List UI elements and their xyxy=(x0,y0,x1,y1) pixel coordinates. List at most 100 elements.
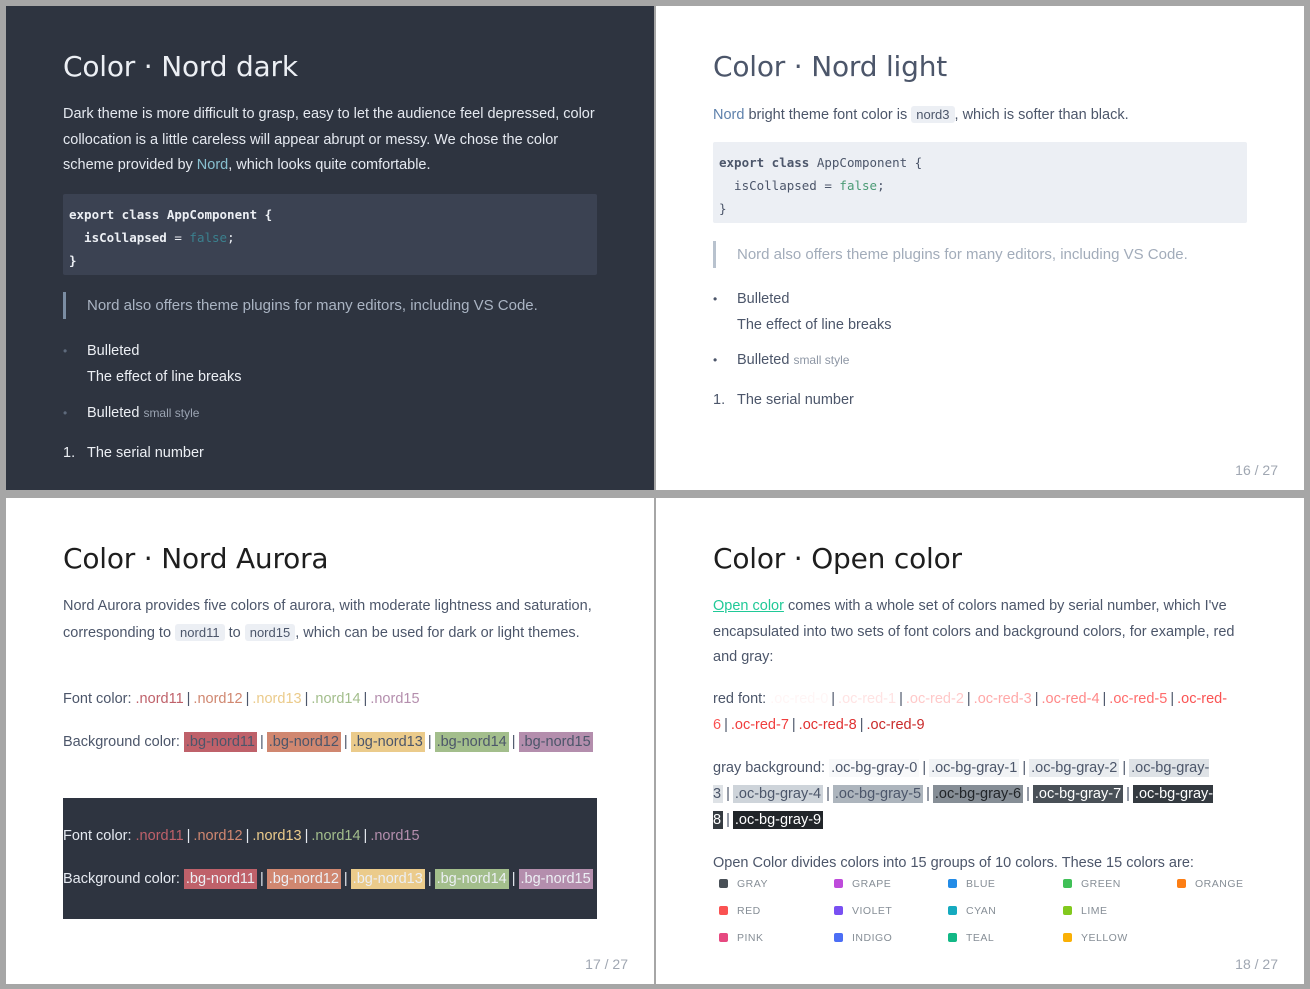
color-group-red: RED xyxy=(719,905,761,917)
bullet-icon: • xyxy=(63,406,68,420)
font-sample-nord14: .nord14 xyxy=(311,828,361,844)
dark-font-color-row: Font color: .nord11 | .nord12 | .nord13 | .nor… xyxy=(63,823,603,849)
red-sample-7: .oc-red-7 xyxy=(730,717,789,733)
bg-sample-nord14: .bg-nord14 xyxy=(434,869,509,889)
intro-to: to xyxy=(224,624,245,641)
bg-color-row: Background color: .bg-nord11 | .bg-nord12 |… xyxy=(63,729,603,755)
red-sample-3: .oc-red-3 xyxy=(973,691,1032,707)
swatch-cyan-icon xyxy=(948,906,957,915)
color-group-orange: ORANGE xyxy=(1177,878,1244,890)
intro-text: comes with a whole set of colors named b… xyxy=(713,598,1235,665)
intro-paragraph: Nord Aurora provides five colors of auro… xyxy=(63,594,603,646)
nord-link[interactable]: Nord xyxy=(713,107,744,123)
separator: | xyxy=(363,828,368,844)
swatch-indigo-icon xyxy=(834,933,843,942)
separator: | xyxy=(245,691,250,707)
gray-sample-7: .oc-bg-gray-7 xyxy=(1032,785,1124,803)
small-style-text: small style xyxy=(793,353,850,367)
blockquote: Nord also offers theme plugins for many … xyxy=(63,292,593,319)
code-block: export class AppComponent { isCollapsed … xyxy=(713,142,1247,223)
list-item: • Bulleted small style xyxy=(63,400,583,426)
bg-sample-nord12: .bg-nord12 xyxy=(266,732,341,752)
code-eq: = xyxy=(166,230,190,245)
code-value: false xyxy=(839,178,878,193)
intro-text-end: , which can be used for dark or light th… xyxy=(295,624,580,641)
ordered-item-text: The serial number xyxy=(87,445,204,461)
gray-sample-1: .oc-bg-gray-1 xyxy=(929,759,1020,777)
intro-text-end: , which looks quite comfortable. xyxy=(228,157,431,173)
color-group-teal: TEAL xyxy=(948,932,994,944)
inline-code-nord15: nord15 xyxy=(244,623,296,641)
code-class: AppComponent { xyxy=(809,155,923,170)
swatch-orange-icon xyxy=(1177,879,1186,888)
code-line-3: } xyxy=(69,253,77,268)
ordered-item: 1. The serial number xyxy=(713,387,1233,413)
slide-title: Color · Nord light xyxy=(713,50,948,83)
swatch-lime-icon xyxy=(1063,906,1072,915)
list-item: • Bulleted The effect of line breaks xyxy=(713,286,1233,338)
red-sample-5: .oc-red-5 xyxy=(1109,691,1168,707)
separator: | xyxy=(186,828,191,844)
color-group-cyan: CYAN xyxy=(948,905,996,917)
slide-title: Color · Nord dark xyxy=(63,50,298,83)
code-keyword: export class xyxy=(69,207,160,222)
slide-title: Color · Nord Aurora xyxy=(63,542,329,575)
intro-text: bright theme font color is xyxy=(744,107,912,123)
code-prop: isCollapsed xyxy=(69,230,167,245)
separator: | xyxy=(245,828,250,844)
code-semi: ; xyxy=(877,178,885,193)
code-prop: isCollapsed xyxy=(719,178,817,193)
swatch-violet-icon xyxy=(834,906,843,915)
bullet-list: • Bulleted The effect of line breaks • B… xyxy=(63,338,583,466)
swatch-blue-icon xyxy=(948,879,957,888)
page-number: 16 / 27 xyxy=(1235,462,1278,478)
bg-sample-nord11: .bg-nord11 xyxy=(183,869,257,889)
font-sample-nord15: .nord15 xyxy=(370,828,420,844)
list-item-text: Bulleted xyxy=(87,405,140,421)
ordered-item: 1. The serial number xyxy=(63,440,583,466)
slide-nord-light: Color · Nord light Nord bright theme fon… xyxy=(656,6,1304,490)
color-group-yellow: YELLOW xyxy=(1063,932,1128,944)
red-sample-9: .oc-red-9 xyxy=(866,717,925,733)
font-sample-nord11: .nord11 xyxy=(135,828,184,844)
bg-sample-nord13: .bg-nord13 xyxy=(350,869,425,889)
font-color-row: Font color: .nord11 | .nord12 | .nord13 | .nor… xyxy=(63,686,603,712)
list-item-text-line2: The effect of line breaks xyxy=(87,369,242,385)
bullet-icon: • xyxy=(713,292,718,306)
ordered-number: 1. xyxy=(63,445,76,461)
font-color-label: Font color: xyxy=(63,691,136,707)
font-sample-nord12: .nord12 xyxy=(193,691,243,707)
code-block: export class AppComponent { isCollapsed … xyxy=(63,194,597,275)
gray-sample-5: .oc-bg-gray-5 xyxy=(832,785,924,803)
color-group-grape: GRAPE xyxy=(834,878,891,890)
swatch-green-icon xyxy=(1063,879,1072,888)
gray-sample-2: .oc-bg-gray-2 xyxy=(1029,759,1120,777)
font-sample-nord13: .nord13 xyxy=(252,828,302,844)
font-sample-nord13: .nord13 xyxy=(252,691,302,707)
red-sample-2: .oc-red-2 xyxy=(905,691,964,707)
separator: | xyxy=(511,734,516,750)
intro-text-end: , which is softer than black. xyxy=(954,107,1129,123)
bg-color-label: Background color: xyxy=(63,871,184,887)
swatch-yellow-icon xyxy=(1063,933,1072,942)
list-item-text: Bulleted xyxy=(737,352,790,368)
slide-nord-dark: Color · Nord dark Dark theme is more dif… xyxy=(6,6,654,490)
nord-link[interactable]: Nord xyxy=(197,157,228,173)
red-sample-0: .oc-red-0 xyxy=(770,691,829,707)
color-group-indigo: INDIGO xyxy=(834,932,892,944)
bullet-icon: • xyxy=(713,353,718,367)
color-group-green: GREEN xyxy=(1063,878,1121,890)
bg-sample-nord11: .bg-nord11 xyxy=(183,732,257,752)
code-line-3: } xyxy=(719,201,727,216)
code-line-2: isCollapsed = false; xyxy=(69,226,591,249)
bg-sample-nord15: .bg-nord15 xyxy=(518,869,593,889)
bg-sample-nord13: .bg-nord13 xyxy=(350,732,425,752)
code-line-1: export class AppComponent { xyxy=(719,151,1241,174)
font-sample-nord14: .nord14 xyxy=(311,691,361,707)
slide-nord-aurora: Color · Nord Aurora Nord Aurora provides… xyxy=(6,498,654,984)
bg-color-label: Background color: xyxy=(63,734,184,750)
blockquote: Nord also offers theme plugins for many … xyxy=(713,241,1243,268)
list-item-text-line2: The effect of line breaks xyxy=(737,317,892,333)
open-color-link[interactable]: Open color xyxy=(713,598,784,614)
dark-preview-box: Font color: .nord11 | .nord12 | .nord13 | .nor… xyxy=(63,798,597,919)
